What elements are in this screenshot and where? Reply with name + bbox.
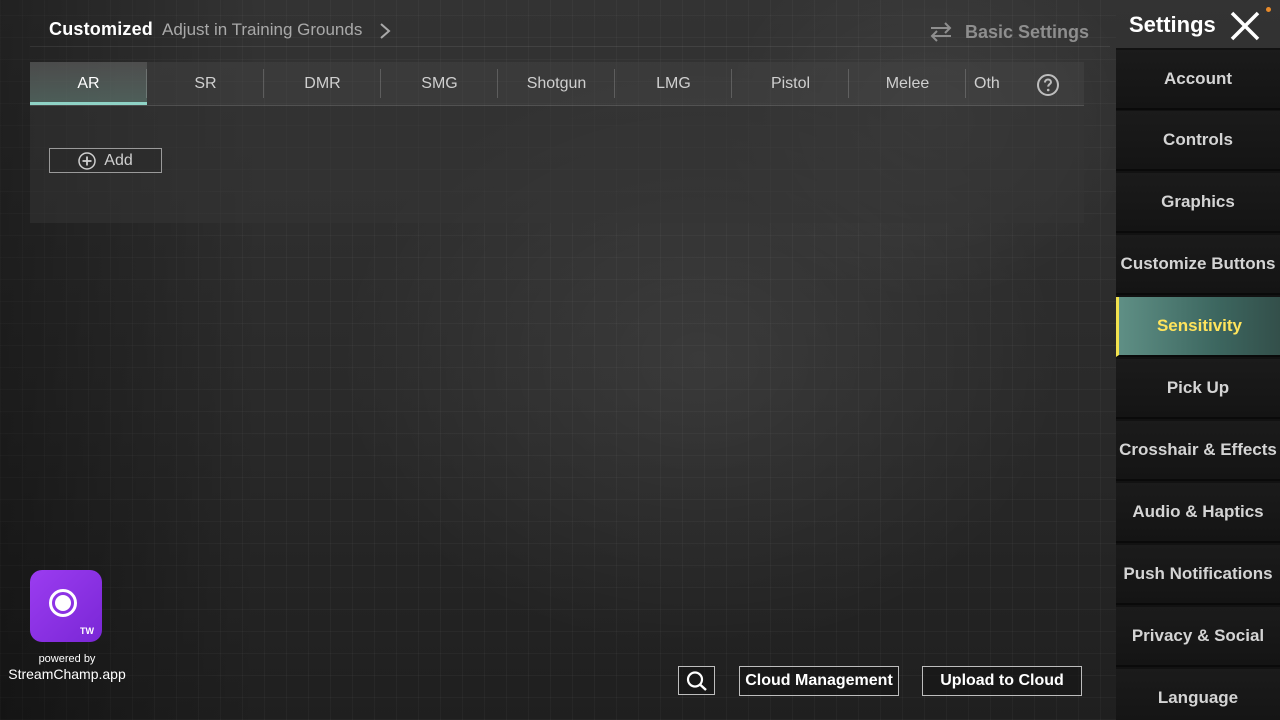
tab-melee[interactable]: Melee bbox=[849, 62, 966, 105]
weapon-tabs: AR SR DMR SMG Shotgun LMG Pistol Melee O… bbox=[30, 62, 1084, 106]
powered-by-label: powered by bbox=[38, 653, 96, 665]
basic-settings-label: Basic Settings bbox=[965, 21, 1090, 42]
add-label: Add bbox=[104, 151, 133, 169]
sidebar-item-privacy-social[interactable]: Privacy & Social bbox=[1116, 607, 1280, 667]
tab-smg[interactable]: SMG bbox=[381, 62, 498, 105]
tab-pistol[interactable]: Pistol bbox=[732, 62, 849, 105]
add-button[interactable]: Add bbox=[49, 148, 162, 173]
notification-dot bbox=[1266, 7, 1271, 12]
header-divider bbox=[30, 46, 1110, 47]
tab-sr[interactable]: SR bbox=[147, 62, 264, 105]
watermark-brand: StreamChamp.app bbox=[8, 666, 126, 682]
sidebar-item-customize-buttons[interactable]: Customize Buttons bbox=[1116, 235, 1280, 295]
sidebar-item-graphics[interactable]: Graphics bbox=[1116, 173, 1280, 233]
search-icon bbox=[686, 670, 707, 691]
basic-settings-button[interactable]: Basic Settings bbox=[929, 18, 1089, 46]
sidebar-item-controls[interactable]: Controls bbox=[1116, 111, 1280, 171]
tab-shotgun[interactable]: Shotgun bbox=[498, 62, 615, 105]
logo-badge: TW bbox=[80, 626, 94, 636]
sidebar-item-audio-haptics[interactable]: Audio & Haptics bbox=[1116, 483, 1280, 543]
close-icon[interactable] bbox=[1228, 10, 1262, 42]
help-icon[interactable] bbox=[1036, 73, 1060, 97]
screen: Customized Adjust in Training Grounds Ba… bbox=[0, 0, 1280, 720]
settings-sidebar: Account Controls Graphics Customize Butt… bbox=[1116, 48, 1280, 720]
mode-customized-label[interactable]: Customized bbox=[49, 19, 153, 40]
swap-arrows-icon bbox=[930, 22, 952, 42]
plus-icon bbox=[78, 151, 97, 170]
upload-to-cloud-button[interactable]: Upload to Cloud bbox=[922, 666, 1082, 696]
tab-lmg[interactable]: LMG bbox=[615, 62, 732, 105]
streamchamp-logo-icon: TW bbox=[30, 570, 102, 642]
sidebar-item-pick-up[interactable]: Pick Up bbox=[1116, 359, 1280, 419]
sidebar-item-sensitivity[interactable]: Sensitivity bbox=[1116, 297, 1280, 357]
sidebar-item-account[interactable]: Account bbox=[1116, 50, 1280, 110]
sidebar-item-crosshair-effects[interactable]: Crosshair & Effects bbox=[1116, 421, 1280, 481]
tab-dmr[interactable]: DMR bbox=[264, 62, 381, 105]
page-title: Settings bbox=[1129, 12, 1216, 37]
chevron-right-icon[interactable] bbox=[376, 22, 394, 40]
logo-dot bbox=[55, 595, 71, 611]
cloud-management-button[interactable]: Cloud Management bbox=[739, 666, 899, 696]
sidebar-item-language[interactable]: Language bbox=[1116, 669, 1280, 720]
search-button[interactable] bbox=[678, 666, 715, 695]
sidebar-item-push-notifications[interactable]: Push Notifications bbox=[1116, 545, 1280, 605]
tab-ar[interactable]: AR bbox=[30, 62, 147, 105]
adjust-training-grounds-link[interactable]: Adjust in Training Grounds bbox=[162, 20, 362, 40]
tab-content-panel bbox=[30, 106, 1084, 223]
